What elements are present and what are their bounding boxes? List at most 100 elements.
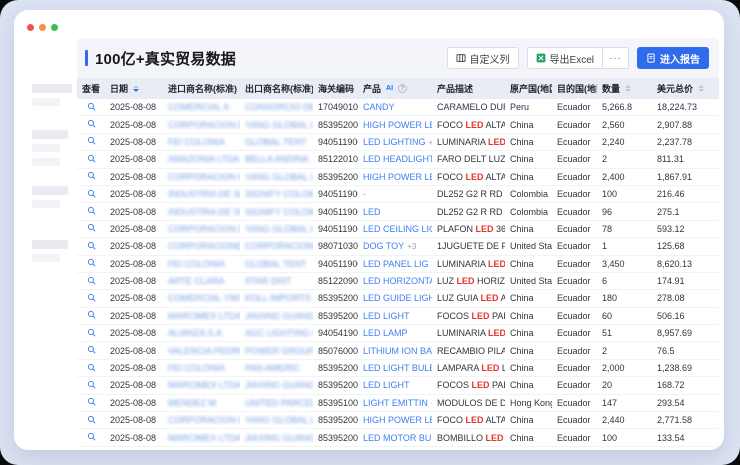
importer-cell[interactable]: MARCIMEX LTDA xyxy=(163,380,240,390)
view-record-button[interactable] xyxy=(87,258,96,267)
help-icon[interactable]: ? xyxy=(398,84,407,93)
product-link[interactable]: LED HORIZONTAL L xyxy=(363,276,432,286)
product-link[interactable]: LED PANEL LIG xyxy=(363,259,429,269)
product-link[interactable]: LED LIGHT BULB xyxy=(363,363,432,373)
product-link[interactable]: CANDY xyxy=(363,102,395,112)
exporter-cell[interactable]: CORPORACIONES xyxy=(240,241,313,251)
product-cell[interactable]: LITHIUM ION BATTE xyxy=(358,346,432,356)
product-link[interactable]: LED LIGHT xyxy=(363,380,410,390)
view-record-button[interactable] xyxy=(87,415,96,424)
export-excel-button[interactable]: 导出Excel xyxy=(527,47,603,69)
product-link[interactable]: HIGH POWER LED F xyxy=(363,172,432,182)
product-cell[interactable]: HIGH POWER LED F xyxy=(358,172,432,182)
importer-cell[interactable]: COMERCIAL A xyxy=(163,102,240,112)
product-cell[interactable]: LED LAMP xyxy=(358,328,432,338)
importer-cell[interactable]: CORPORACION E xyxy=(163,172,240,182)
product-cell[interactable]: HIGH POWER LED F xyxy=(358,415,432,425)
view-record-button[interactable] xyxy=(87,223,96,232)
sort-icon[interactable] xyxy=(133,85,139,92)
view-record-button[interactable] xyxy=(87,241,96,250)
exporter-cell[interactable]: PAN AMERIC xyxy=(240,363,313,373)
product-cell[interactable]: LED PANEL LIG+1 xyxy=(358,259,432,269)
product-link[interactable]: - xyxy=(363,189,366,199)
exporter-cell[interactable]: KOLL IMPORTS xyxy=(240,293,313,303)
product-cell[interactable]: LED LIGHT xyxy=(358,380,432,390)
exporter-cell[interactable]: UNITED PARCEL xyxy=(240,398,313,408)
importer-cell[interactable]: VALENCIA PEDRO xyxy=(163,346,240,356)
export-more-button[interactable]: ··· xyxy=(603,47,629,69)
view-record-button[interactable] xyxy=(87,345,96,354)
product-link[interactable]: LED xyxy=(363,207,381,217)
product-link[interactable]: LIGHT EMITTIN xyxy=(363,398,428,408)
product-cell[interactable]: LED LIGHTING+1 xyxy=(358,137,432,147)
product-cell[interactable]: LED HEADLIGHT xyxy=(358,154,432,164)
view-record-button[interactable] xyxy=(87,154,96,163)
importer-cell[interactable]: AMAZONIA LTDA xyxy=(163,154,240,164)
minimize-window-icon[interactable] xyxy=(39,24,46,31)
importer-cell[interactable]: MARCIMEX LTDA xyxy=(163,311,240,321)
exporter-cell[interactable]: YANG GLOBAL LI xyxy=(240,172,313,182)
exporter-cell[interactable]: CONSORCIO DEL xyxy=(240,102,313,112)
col-header-importer[interactable]: 进口商名称(标准) xyxy=(163,82,240,95)
enter-report-button[interactable]: 进入报告 xyxy=(637,47,709,69)
col-header-quantity[interactable]: 数量 xyxy=(597,82,652,95)
importer-cell[interactable]: INDUSTRIA DE SIS xyxy=(163,189,240,199)
exporter-cell[interactable]: JIAXING GUANGT xyxy=(240,433,313,443)
sort-icon[interactable] xyxy=(625,85,631,92)
product-link[interactable]: LED CEILING LIGHT xyxy=(363,224,432,234)
view-record-button[interactable] xyxy=(87,276,96,285)
importer-cell[interactable]: MENDEZ M xyxy=(163,398,240,408)
product-cell[interactable]: CANDY xyxy=(358,102,432,112)
product-cell[interactable]: LED HORIZONTAL L xyxy=(358,276,432,286)
product-cell[interactable]: LIGHT EMITTIN+1 xyxy=(358,398,432,408)
product-cell[interactable]: - xyxy=(358,189,432,199)
view-record-button[interactable] xyxy=(87,397,96,406)
product-link[interactable]: LED LAMP xyxy=(363,328,408,338)
product-cell[interactable]: LED LIGHT xyxy=(358,311,432,321)
product-link[interactable]: LED GUIDE LIGHT T xyxy=(363,293,432,303)
product-cell[interactable]: HIGH POWER LED F xyxy=(358,120,432,130)
product-cell[interactable]: LED xyxy=(358,207,432,217)
exporter-cell[interactable]: YANG GLOBAL LI xyxy=(240,120,313,130)
importer-cell[interactable]: MARCIMEX LTDA xyxy=(163,433,240,443)
product-link[interactable]: LITHIUM ION BATTE xyxy=(363,346,432,356)
product-link[interactable]: HIGH POWER LED F xyxy=(363,120,432,130)
exporter-cell[interactable]: SIGNIFY COLOMB xyxy=(240,207,313,217)
importer-cell[interactable]: ARTE CLARA xyxy=(163,276,240,286)
product-link[interactable]: DOG TOY xyxy=(363,241,404,251)
view-record-button[interactable] xyxy=(87,102,96,111)
importer-cell[interactable]: COMERCIAL YWI xyxy=(163,293,240,303)
exporter-cell[interactable]: YANG GLOBAL LI xyxy=(240,415,313,425)
importer-cell[interactable]: FEI COLONIA xyxy=(163,259,240,269)
view-record-button[interactable] xyxy=(87,206,96,215)
product-cell[interactable]: LED LIGHT BULB xyxy=(358,363,432,373)
view-record-button[interactable] xyxy=(87,380,96,389)
product-cell[interactable]: LED MOTOR BULB xyxy=(358,433,432,443)
product-link[interactable]: HIGH POWER LED F xyxy=(363,415,432,425)
maximize-window-icon[interactable] xyxy=(51,24,58,31)
col-header-exporter[interactable]: 出口商名称(标准) xyxy=(240,82,313,95)
col-header-date[interactable]: 日期 xyxy=(105,82,163,95)
product-cell[interactable]: LED GUIDE LIGHT T xyxy=(358,293,432,303)
importer-cell[interactable]: ALIANZA S.A xyxy=(163,328,240,338)
exporter-cell[interactable]: GLOBAL TENT xyxy=(240,137,313,147)
exporter-cell[interactable]: JIAXING GUANGT xyxy=(240,380,313,390)
exporter-cell[interactable]: STAR DIST xyxy=(240,276,313,286)
importer-cell[interactable]: CORPORACION E xyxy=(163,120,240,130)
view-record-button[interactable] xyxy=(87,119,96,128)
view-record-button[interactable] xyxy=(87,432,96,441)
importer-cell[interactable]: CORPORACIONES xyxy=(163,241,240,251)
col-header-usd-total[interactable]: 美元总价 xyxy=(652,82,718,95)
exporter-cell[interactable]: BELLA ANDINA xyxy=(240,154,313,164)
importer-cell[interactable]: INDUSTRIA DE SIS xyxy=(163,207,240,217)
exporter-cell[interactable]: GLOBAL TENT xyxy=(240,259,313,269)
close-window-icon[interactable] xyxy=(27,24,34,31)
view-record-button[interactable] xyxy=(87,189,96,198)
product-link[interactable]: LED MOTOR BULB xyxy=(363,433,432,443)
exporter-cell[interactable]: POWER GROUP xyxy=(240,346,313,356)
product-link[interactable]: LED HEADLIGHT xyxy=(363,154,432,164)
importer-cell[interactable]: FEI COLONIA xyxy=(163,363,240,373)
product-cell[interactable]: LED CEILING LIGHT xyxy=(358,224,432,234)
product-cell[interactable]: DOG TOY+3 xyxy=(358,241,432,251)
view-record-button[interactable] xyxy=(87,363,96,372)
